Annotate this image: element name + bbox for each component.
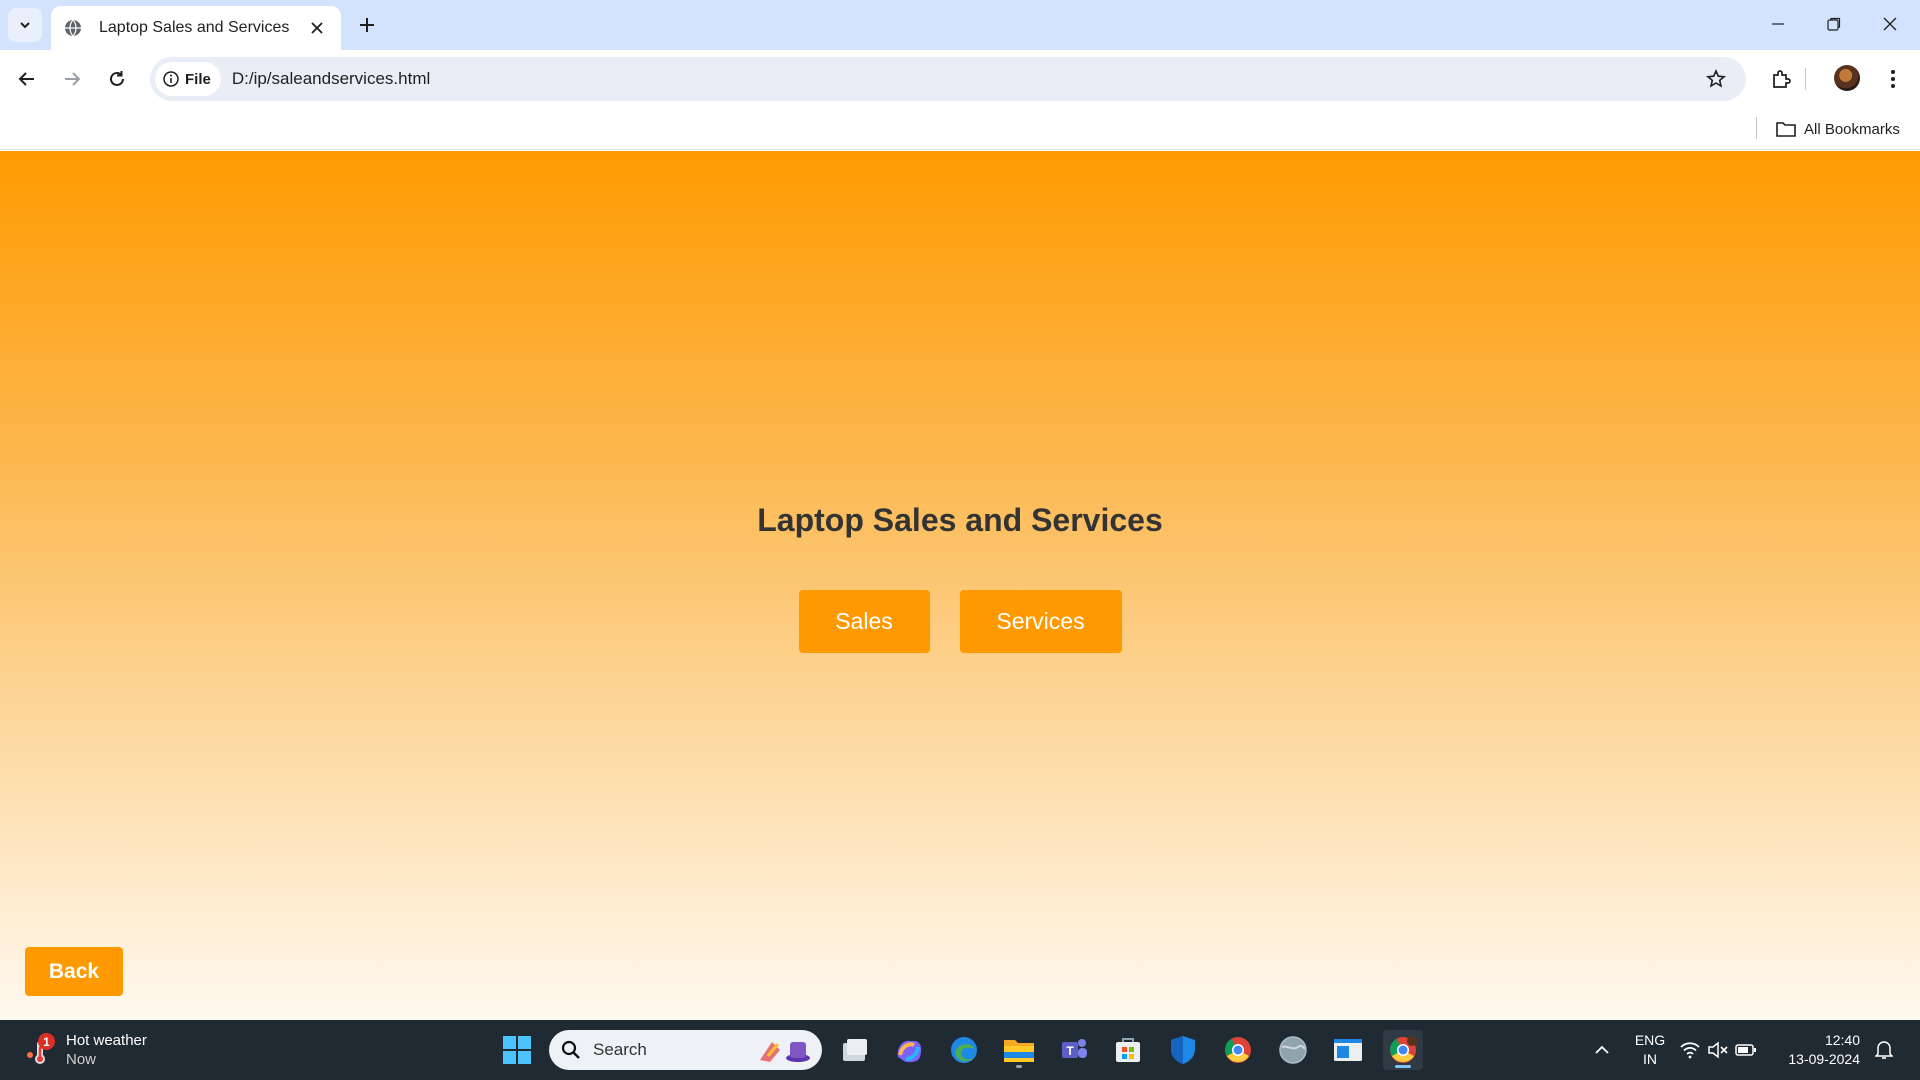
search-highlight-icon (760, 1042, 810, 1062)
browser-menu-button[interactable] (1875, 61, 1911, 97)
site-info-chip[interactable]: File (155, 62, 221, 96)
page-title: Laptop Sales and Services (757, 502, 1163, 538)
all-bookmarks-label: All Bookmarks (1804, 120, 1900, 138)
folder-icon (1776, 122, 1796, 137)
plus-icon (360, 18, 374, 32)
reload-icon (110, 71, 124, 86)
svg-text:T: T (1066, 1044, 1074, 1058)
close-window-button[interactable] (1862, 0, 1918, 48)
weather-widget[interactable]: 1 Hot weather Now (24, 1028, 147, 1072)
language-code: ENG (1634, 1032, 1666, 1048)
teams-icon[interactable]: T (1054, 1030, 1094, 1070)
edge-icon[interactable] (944, 1030, 984, 1070)
minimize-icon (1772, 23, 1784, 25)
chevron-up-icon[interactable] (1582, 1030, 1622, 1070)
chevron-down-icon (20, 22, 30, 29)
clock-time: 12:40 (1824, 1032, 1860, 1048)
star-icon (1706, 69, 1726, 88)
taskbar-search[interactable]: Search (549, 1030, 822, 1070)
puzzle-icon (1773, 70, 1791, 88)
network-globe-icon[interactable] (1273, 1030, 1313, 1070)
tab-title: Laptop Sales and Services (99, 19, 290, 36)
quick-settings[interactable] (1678, 1030, 1758, 1070)
taskbar-search-label: Search (593, 1040, 647, 1059)
bookmark-star-button[interactable] (1702, 65, 1730, 93)
url-text[interactable]: D:/ip/saleandservices.html (232, 69, 430, 89)
site-chip-label: File (185, 70, 211, 88)
page-content: Laptop Sales and Services Sales Services… (0, 151, 1920, 1020)
chrome-icon[interactable] (1218, 1030, 1258, 1070)
wifi-icon (1680, 1042, 1700, 1059)
restore-icon (1827, 17, 1841, 31)
close-icon[interactable] (305, 16, 329, 40)
arrow-right-icon (65, 72, 81, 86)
copilot-icon[interactable] (889, 1030, 929, 1070)
address-bar[interactable]: File D:/ip/saleandservices.html (150, 57, 1746, 101)
clock-date: 13-09-2024 (1788, 1051, 1860, 1067)
action-buttons: Sales Services (0, 590, 1920, 653)
app-window-icon[interactable] (1328, 1030, 1368, 1070)
extensions-button[interactable] (1763, 61, 1799, 97)
toolbar-divider (1805, 68, 1806, 90)
services-button[interactable]: Services (959, 590, 1122, 653)
weather-badge: 1 (38, 1033, 55, 1050)
thermometer-icon: 1 (24, 1033, 58, 1067)
close-icon (1883, 17, 1897, 31)
weather-title: Hot weather (66, 1032, 147, 1049)
back-nav-button[interactable] (9, 61, 45, 97)
more-vertical-icon (1891, 70, 1895, 88)
active-indicator (1395, 1065, 1411, 1068)
sales-button[interactable]: Sales (798, 590, 930, 653)
reload-button[interactable] (99, 61, 135, 97)
info-icon (163, 71, 179, 87)
clock[interactable]: 12:40 13-09-2024 (1778, 1031, 1860, 1069)
back-button[interactable]: Back (25, 947, 123, 996)
chrome-active-icon[interactable] (1383, 1030, 1423, 1070)
all-bookmarks-button[interactable]: All Bookmarks (1776, 117, 1900, 141)
globe-icon (63, 18, 83, 38)
windows-taskbar: 1 Hot weather Now Search T ENG IN 12:40 … (0, 1020, 1920, 1080)
open-indicator (1016, 1065, 1022, 1068)
volume-muted-icon (1708, 1041, 1728, 1059)
bookmarks-divider (1756, 117, 1757, 139)
restore-button[interactable] (1806, 0, 1862, 48)
forward-nav-button[interactable] (54, 61, 90, 97)
windows-start-icon[interactable] (497, 1030, 537, 1070)
language-indicator[interactable]: ENG IN (1628, 1031, 1672, 1069)
store-icon[interactable] (1108, 1030, 1148, 1070)
minimize-button[interactable] (1750, 0, 1806, 48)
file-explorer-icon[interactable] (999, 1030, 1039, 1070)
browser-tab-strip: Laptop Sales and Services (0, 0, 1920, 50)
browser-toolbar: File D:/ip/saleandservices.html (0, 50, 1920, 108)
search-icon (561, 1040, 580, 1059)
weather-subtitle: Now (66, 1051, 97, 1068)
battery-icon (1735, 1044, 1756, 1056)
bookmarks-bar: All Bookmarks (0, 108, 1920, 150)
tab-search-button[interactable] (8, 8, 42, 42)
profile-avatar[interactable] (1834, 65, 1860, 91)
task-view-icon[interactable] (835, 1030, 875, 1070)
browser-tab-active[interactable]: Laptop Sales and Services (51, 6, 341, 50)
arrow-left-icon (18, 72, 34, 86)
defender-icon[interactable] (1163, 1030, 1203, 1070)
language-region: IN (1643, 1051, 1657, 1067)
bell-icon[interactable] (1864, 1030, 1904, 1070)
new-tab-button[interactable] (352, 10, 382, 40)
